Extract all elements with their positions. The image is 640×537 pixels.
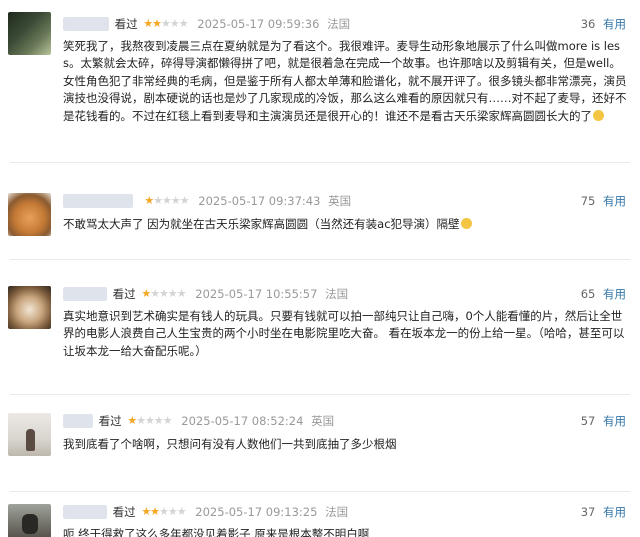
useful-button[interactable]: 有用 xyxy=(603,287,626,301)
review-meta: ░░░░ 看过 ★★★★★ 2025-05-17 08:52:24 英国 xyxy=(63,413,334,429)
vote-area: 65 有用 xyxy=(581,286,626,302)
rating-stars: ★★★★★ xyxy=(141,505,186,518)
useful-button[interactable]: 有用 xyxy=(603,414,626,428)
review-text: 真实地意识到艺术确实是有钱人的玩具。只要有钱就可以拍一部纯只让自己嗨，0个人能看… xyxy=(63,308,628,360)
review-meta: ░░░░░░ 看过 ★★★★★ 2025-05-17 09:59:36 法国 xyxy=(63,16,350,32)
review-date: 2025-05-17 09:37:43 xyxy=(198,194,321,208)
vote-count: 57 xyxy=(580,414,596,428)
vote-area: 75 有用 xyxy=(581,193,626,209)
vote-area: 37 有用 xyxy=(581,504,626,520)
review-location: 法国 xyxy=(325,287,349,301)
review-item: ░░░░░░ ★★★★★ 2025-05-17 09:37:43 英国 75 有… xyxy=(0,163,640,260)
review-meta: ░░░░░ 看过 ★★★★★ 2025-05-17 09:13:25 法国 xyxy=(63,504,348,520)
review-item: ░░░░░░ 看过 ★★★★★ 2025-05-17 09:59:36 法国 3… xyxy=(0,0,640,163)
rating-stars: ★★★★★ xyxy=(127,414,172,427)
vote-count: 37 xyxy=(580,505,596,519)
review-text: 我到底看了个啥啊，只想问有没有人数他们一共到底抽了多少根烟 xyxy=(63,436,628,453)
username-link[interactable]: ░░░░░ xyxy=(63,505,107,519)
rating-stars: ★★★★★ xyxy=(143,17,188,30)
review-item: ░░░░░ 看过 ★★★★★ 2025-05-17 09:13:25 法国 37… xyxy=(0,492,640,537)
vote-count: 75 xyxy=(580,194,596,208)
review-location: 法国 xyxy=(325,505,349,519)
username-link[interactable]: ░░░░░░ xyxy=(63,194,133,208)
review-location: 英国 xyxy=(311,414,335,428)
review-text-body: 不敢骂太大声了 因为就坐在古天乐梁家辉高圆圆（当然还有装ac犯导演）隔壁 xyxy=(63,217,460,231)
watched-status: 看过 xyxy=(98,414,122,428)
review-text: 不敢骂太大声了 因为就坐在古天乐梁家辉高圆圆（当然还有装ac犯导演）隔壁 xyxy=(63,216,628,233)
useful-button[interactable]: 有用 xyxy=(603,17,626,31)
user-avatar[interactable] xyxy=(8,504,51,537)
emoji-icon xyxy=(593,109,604,121)
review-date: 2025-05-17 08:52:24 xyxy=(181,414,304,428)
username-link[interactable]: ░░░░░░ xyxy=(63,17,109,31)
useful-button[interactable]: 有用 xyxy=(603,194,626,208)
username-link[interactable]: ░░░░ xyxy=(63,414,93,428)
review-location: 英国 xyxy=(328,194,352,208)
review-text: 笑死我了，我熬夜到凌晨三点在夏纳就是为了看这个。我很难评。麦导生动形象地展示了什… xyxy=(63,38,628,125)
review-text-body: 我到底看了个啥啊，只想问有没有人数他们一共到底抽了多少根烟 xyxy=(63,437,397,451)
username-link[interactable]: ░░░░░ xyxy=(63,287,107,301)
user-avatar[interactable] xyxy=(8,286,51,329)
vote-count: 65 xyxy=(580,287,596,301)
vote-area: 57 有用 xyxy=(581,413,626,429)
watched-status: 看过 xyxy=(112,505,136,519)
review-item: ░░░░ 看过 ★★★★★ 2025-05-17 08:52:24 英国 57 … xyxy=(0,395,640,492)
review-location: 法国 xyxy=(327,17,351,31)
rating-stars: ★★★★★ xyxy=(141,287,186,300)
vote-count: 36 xyxy=(580,17,596,31)
review-text-body: 笑死我了，我熬夜到凌晨三点在夏纳就是为了看这个。我很难评。麦导生动形象地展示了什… xyxy=(63,39,627,123)
watched-status: 看过 xyxy=(112,287,136,301)
review-date: 2025-05-17 09:13:25 xyxy=(195,505,318,519)
rating-stars: ★★★★★ xyxy=(144,194,189,207)
watched-status: 看过 xyxy=(114,17,138,31)
emoji-icon xyxy=(460,218,472,229)
vote-area: 36 有用 xyxy=(581,16,626,32)
user-avatar[interactable] xyxy=(8,193,51,236)
review-text: 呃 终于得救了这么多年都没见着影子 原来是根本整不明白啊 xyxy=(63,526,628,537)
review-text-body: 呃 终于得救了这么多年都没见着影子 原来是根本整不明白啊 xyxy=(63,527,370,537)
review-item: ░░░░░ 看过 ★★★★★ 2025-05-17 10:55:57 法国 65… xyxy=(0,260,640,395)
useful-button[interactable]: 有用 xyxy=(603,505,626,519)
review-date: 2025-05-17 09:59:36 xyxy=(197,17,320,31)
user-avatar[interactable] xyxy=(8,12,51,55)
user-avatar[interactable] xyxy=(8,413,51,456)
review-date: 2025-05-17 10:55:57 xyxy=(195,287,318,301)
review-text-body: 真实地意识到艺术确实是有钱人的玩具。只要有钱就可以拍一部纯只让自己嗨，0个人能看… xyxy=(63,309,625,358)
review-meta: ░░░░░ 看过 ★★★★★ 2025-05-17 10:55:57 法国 xyxy=(63,286,348,302)
review-meta: ░░░░░░ ★★★★★ 2025-05-17 09:37:43 英国 xyxy=(63,193,351,209)
